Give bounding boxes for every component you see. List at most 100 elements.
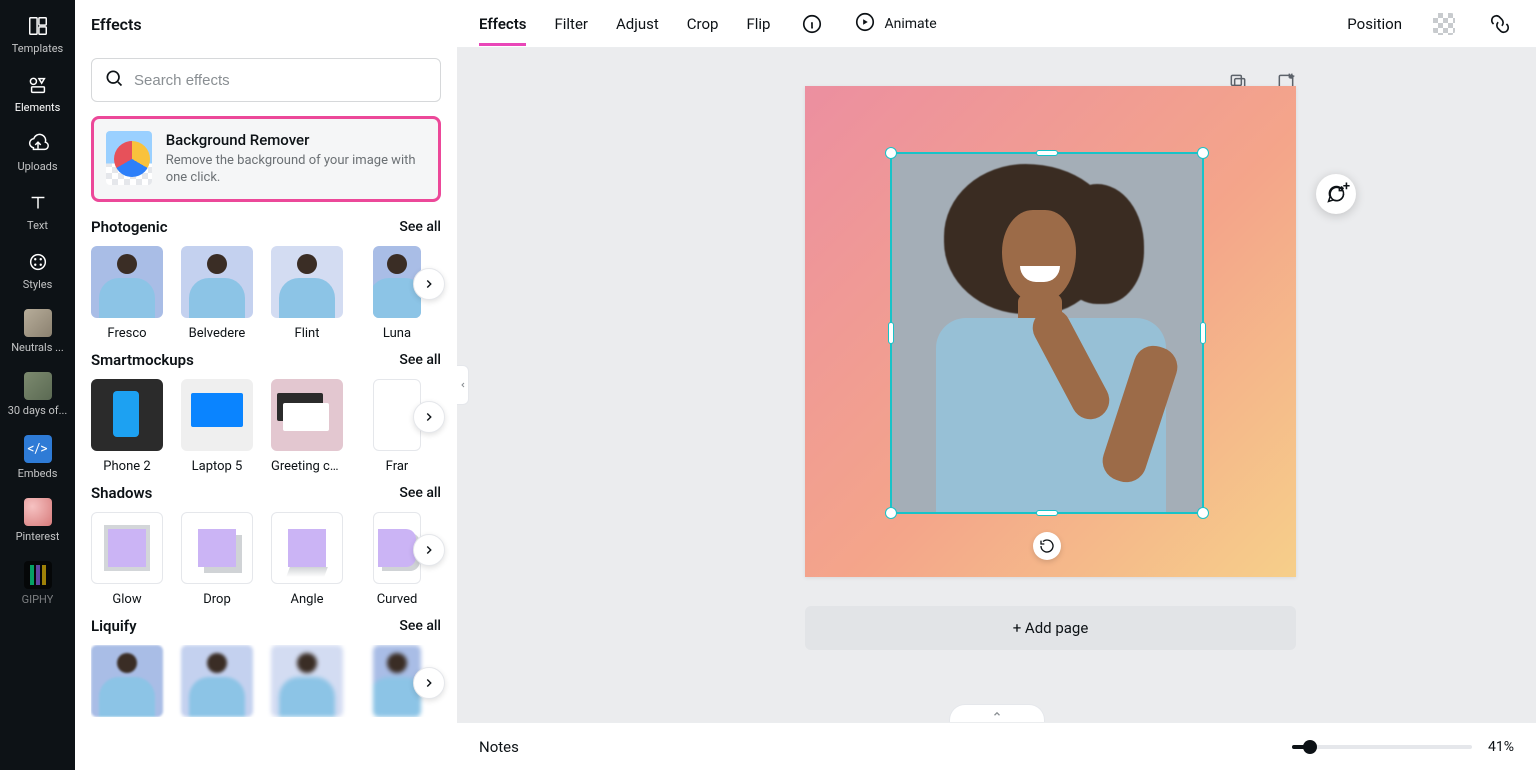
bg-remover-desc: Remove the background of your image with…	[166, 153, 426, 187]
collapse-panel-handle[interactable]	[457, 365, 469, 405]
selected-image[interactable]	[890, 152, 1204, 514]
effect-fresco[interactable]: Fresco	[91, 246, 163, 341]
canvas-viewport[interactable]: + + Add page	[457, 48, 1536, 722]
animate-label: Animate	[884, 16, 936, 32]
sidebar-label: Templates	[12, 42, 63, 55]
folder-thumb-icon	[24, 309, 52, 337]
sidebar-label: GIPHY	[22, 593, 54, 606]
animate-button[interactable]: Animate	[854, 11, 936, 37]
elements-icon	[26, 73, 50, 97]
mockup-greetingcard[interactable]: Greeting car...	[271, 379, 343, 474]
sidebar-label: Elements	[15, 101, 61, 114]
editor-footer: Notes 41%	[457, 722, 1536, 770]
effect-flint[interactable]: Flint	[271, 246, 343, 341]
row-scroll-right-button[interactable]	[413, 268, 445, 300]
sidebar-label: Neutrals ...	[11, 341, 64, 354]
sidebar-item-folder-30days[interactable]: 30 days of...	[0, 364, 75, 427]
tab-flip[interactable]: Flip	[746, 3, 770, 45]
resize-handle-br[interactable]	[1197, 507, 1209, 519]
notes-button[interactable]: Notes	[479, 738, 519, 756]
see-all-link[interactable]: See all	[399, 485, 441, 501]
templates-icon	[26, 14, 50, 38]
search-input[interactable]	[134, 72, 428, 89]
see-all-link[interactable]: See all	[399, 219, 441, 235]
sidebar-item-styles[interactable]: Styles	[0, 242, 75, 301]
tab-effects[interactable]: Effects	[479, 3, 526, 45]
see-all-link[interactable]: See all	[399, 618, 441, 634]
panel-title: Effects	[75, 0, 457, 48]
sidebar-item-pinterest[interactable]: Pinterest	[0, 490, 75, 553]
icon-sidebar: Templates Elements Uploads Text Styles	[0, 0, 75, 770]
add-page-button[interactable]: + Add page	[805, 606, 1296, 650]
resize-handle-mr[interactable]	[1200, 322, 1206, 344]
sidebar-item-giphy[interactable]: GIPHY	[0, 553, 75, 616]
sidebar-item-uploads[interactable]: Uploads	[0, 124, 75, 183]
rotate-handle[interactable]	[1033, 532, 1061, 560]
see-all-link[interactable]: See all	[399, 352, 441, 368]
sidebar-label: Styles	[23, 278, 53, 291]
liquify-item[interactable]	[181, 645, 253, 717]
row-scroll-right-button[interactable]	[413, 667, 445, 699]
section-liquify: Liquify See all	[91, 613, 441, 717]
uploads-icon	[26, 132, 50, 156]
zoom-value[interactable]: 41%	[1488, 739, 1514, 755]
section-shadows: Shadows See all Glow Drop Angle Curved	[91, 480, 441, 607]
sidebar-item-templates[interactable]: Templates	[0, 6, 75, 65]
bg-remover-thumb-icon	[106, 131, 152, 185]
add-page-label: + Add page	[1013, 619, 1089, 637]
liquify-item[interactable]	[91, 645, 163, 717]
transparency-button[interactable]	[1430, 10, 1458, 38]
folder-thumb-icon	[24, 372, 52, 400]
tab-filter[interactable]: Filter	[554, 3, 588, 45]
link-button[interactable]	[1486, 10, 1514, 38]
background-remover-card[interactable]: Background Remover Remove the background…	[91, 116, 441, 202]
tab-adjust[interactable]: Adjust	[616, 3, 659, 45]
page-navigator-handle[interactable]	[949, 704, 1045, 722]
section-title: Photogenic	[91, 218, 168, 236]
row-scroll-right-button[interactable]	[413, 534, 445, 566]
search-container	[91, 58, 441, 102]
shadow-glow[interactable]: Glow	[91, 512, 163, 607]
styles-icon	[26, 250, 50, 274]
sidebar-label: 30 days of...	[8, 404, 68, 417]
position-button[interactable]: Position	[1347, 3, 1402, 45]
search-icon	[104, 68, 124, 92]
image-toolbar: Effects Filter Adjust Crop Flip Animate …	[457, 0, 1536, 48]
bg-remover-title: Background Remover	[166, 131, 426, 149]
editor-area: Effects Filter Adjust Crop Flip Animate …	[457, 0, 1536, 770]
image-content	[892, 154, 1202, 512]
resize-handle-ml[interactable]	[888, 322, 894, 344]
shadow-angle[interactable]: Angle	[271, 512, 343, 607]
resize-handle-tr[interactable]	[1197, 147, 1209, 159]
animate-icon	[854, 11, 876, 37]
section-photogenic: Photogenic See all Fresco Belvedere Flin…	[91, 214, 441, 341]
sidebar-item-folder-neutrals[interactable]: Neutrals ...	[0, 301, 75, 364]
info-icon[interactable]	[798, 10, 826, 38]
row-scroll-right-button[interactable]	[413, 401, 445, 433]
resize-handle-bl[interactable]	[885, 507, 897, 519]
resize-handle-mt[interactable]	[1036, 150, 1058, 156]
sidebar-label: Uploads	[17, 160, 57, 173]
giphy-icon	[24, 561, 52, 589]
sidebar-item-text[interactable]: Text	[0, 183, 75, 242]
effects-panel: Effects Background Remover Remove the ba…	[75, 0, 457, 770]
text-icon	[26, 191, 50, 215]
checker-icon	[1433, 13, 1455, 35]
mockup-phone2[interactable]: Phone 2	[91, 379, 163, 474]
canvas-page[interactable]	[805, 86, 1296, 577]
section-title: Shadows	[91, 484, 152, 502]
mockup-laptop5[interactable]: Laptop 5	[181, 379, 253, 474]
sidebar-label: Text	[27, 219, 48, 232]
effect-belvedere[interactable]: Belvedere	[181, 246, 253, 341]
tab-crop[interactable]: Crop	[687, 3, 719, 45]
sidebar-item-elements[interactable]: Elements	[0, 65, 75, 124]
shadow-drop[interactable]: Drop	[181, 512, 253, 607]
resize-handle-mb[interactable]	[1036, 510, 1058, 516]
liquify-item[interactable]	[271, 645, 343, 717]
sidebar-item-embeds[interactable]: </> Embeds	[0, 427, 75, 490]
comment-button[interactable]: +	[1316, 174, 1356, 214]
section-title: Smartmockups	[91, 351, 194, 369]
resize-handle-tl[interactable]	[885, 147, 897, 159]
embeds-icon: </>	[24, 435, 52, 463]
zoom-slider[interactable]	[1292, 745, 1472, 749]
